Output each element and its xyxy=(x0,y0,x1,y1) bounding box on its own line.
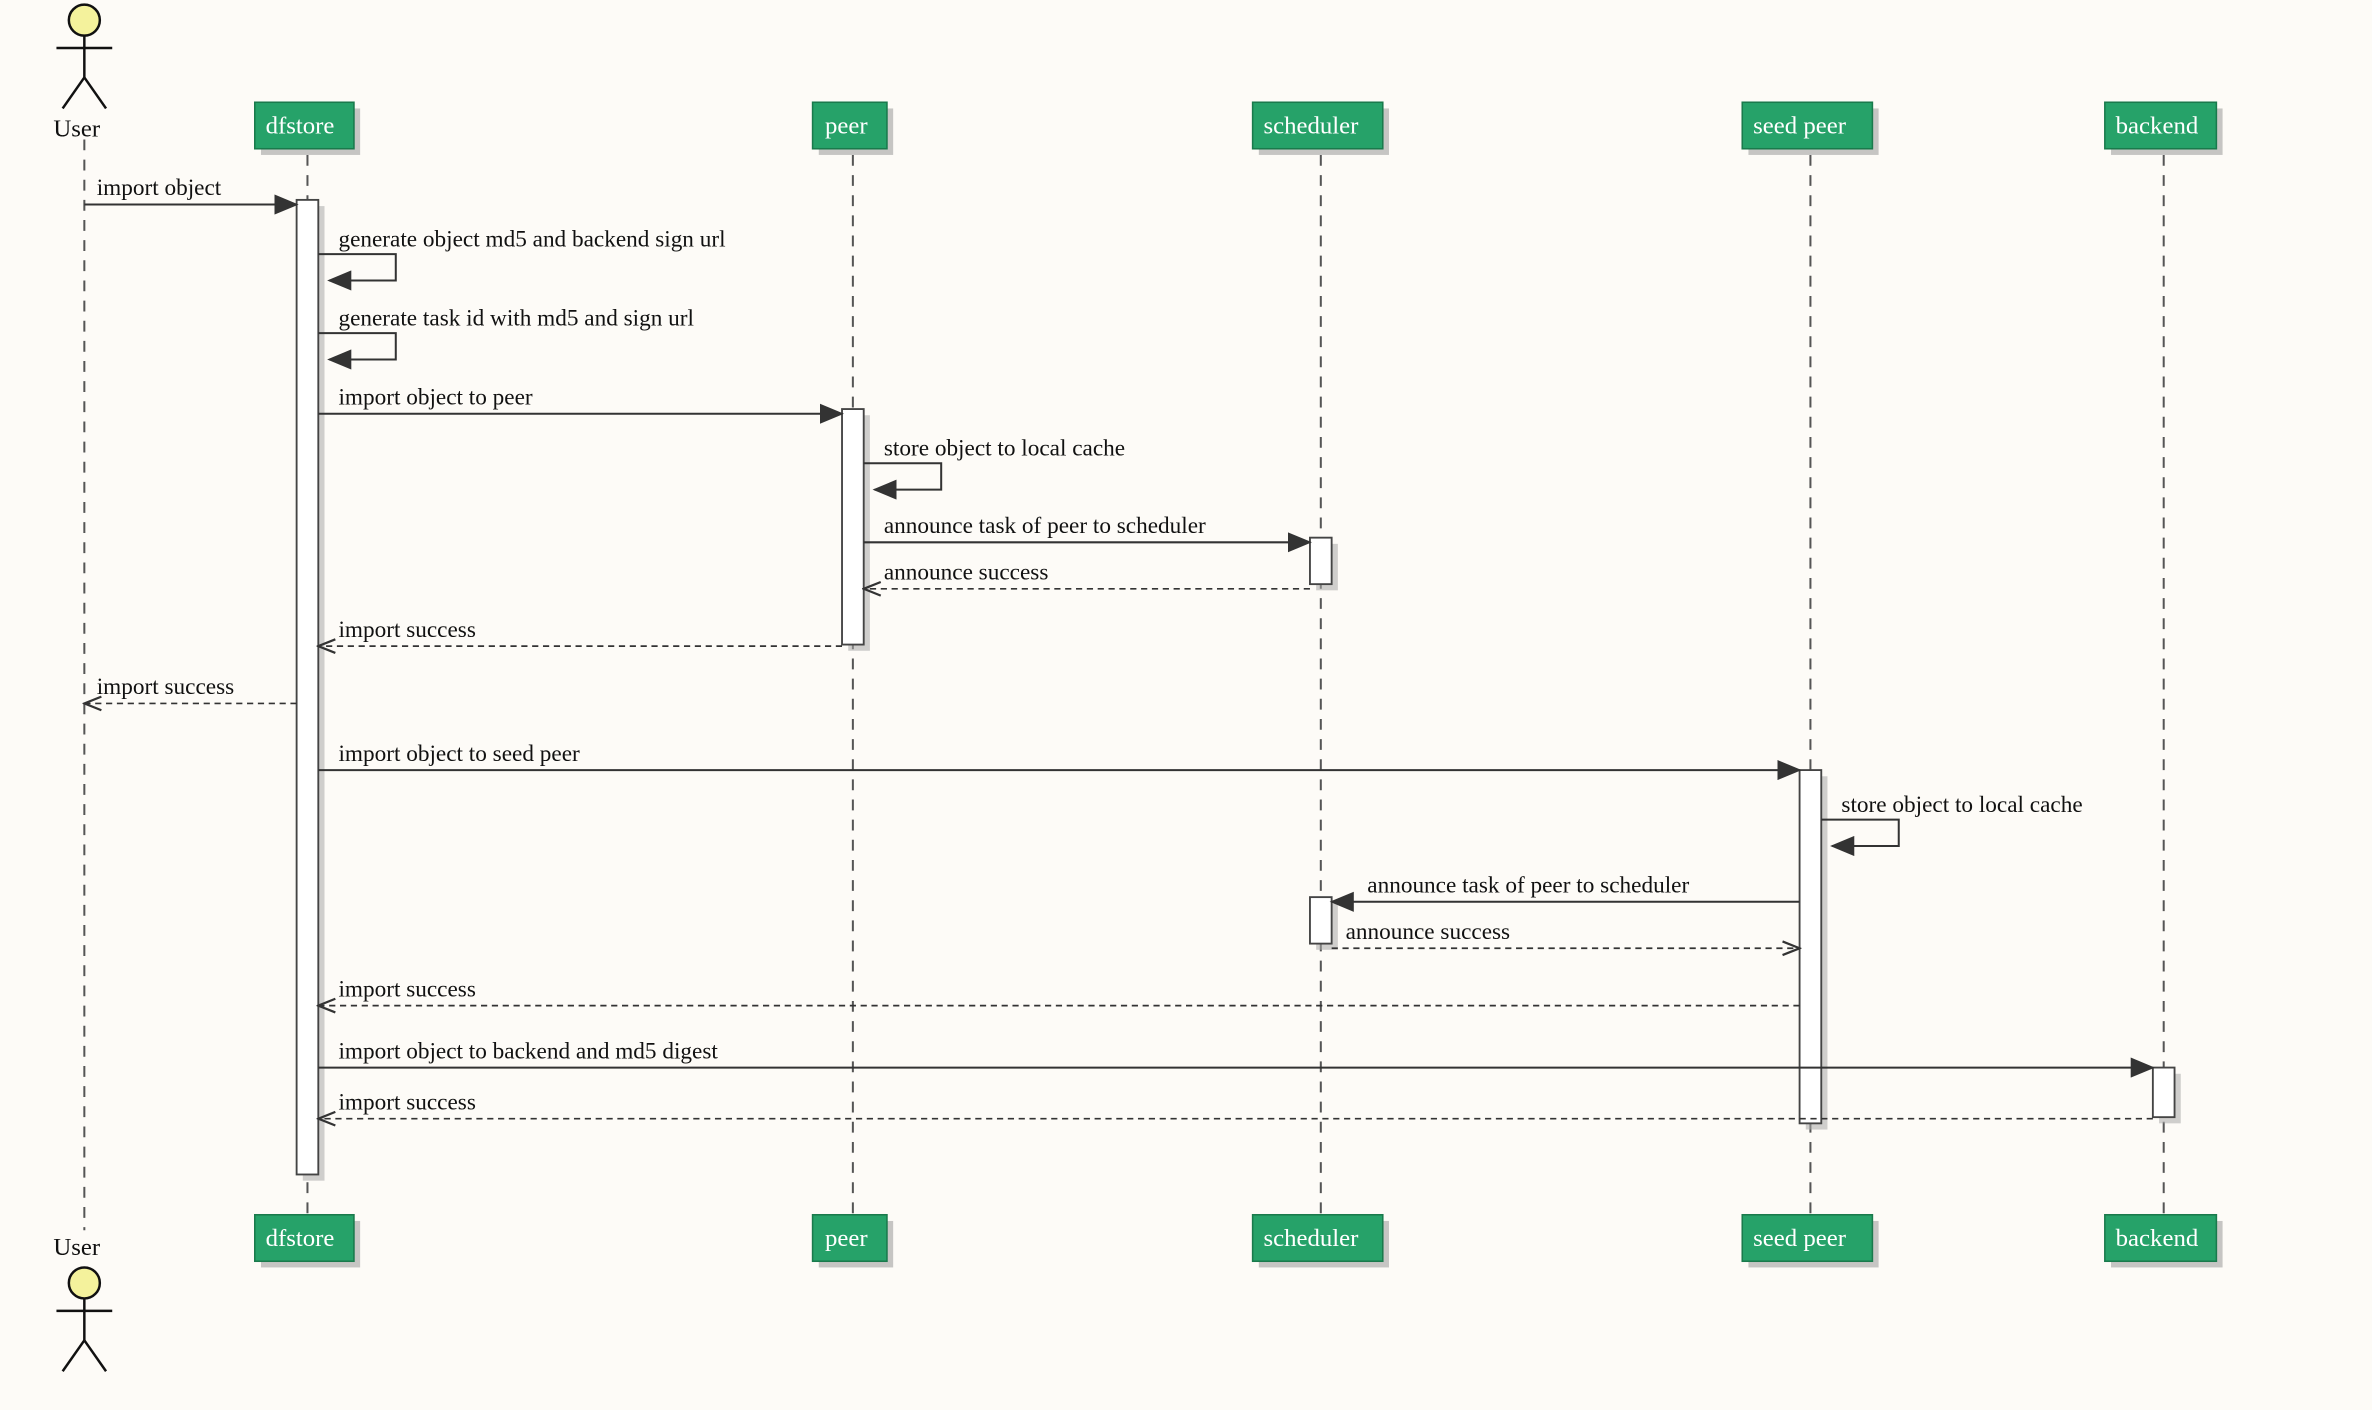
svg-text:seed peer: seed peer xyxy=(1753,112,1847,139)
actor-user-bot: User xyxy=(53,1234,112,1371)
activation-dfstore xyxy=(297,200,325,1181)
msg-announce-success-1: announce success xyxy=(884,559,1049,585)
msg-announce-2: announce task of peer to scheduler xyxy=(1367,872,1689,898)
participant-scheduler-top: scheduler xyxy=(1253,102,1389,155)
sequence-diagram: User dfstore peer scheduler seed peer ba… xyxy=(0,0,2372,1410)
svg-text:peer: peer xyxy=(825,112,868,139)
activation-peer xyxy=(842,409,870,651)
msg-import-success-2: import success xyxy=(338,976,475,1002)
msg-store-cache-1: store object to local cache xyxy=(884,436,1125,462)
participant-seedpeer-bot: seed peer xyxy=(1742,1215,1878,1268)
msg-import-to-seedpeer: import object to seed peer xyxy=(338,741,580,767)
participant-backend-bot: backend xyxy=(2105,1215,2223,1268)
msg-announce-success-2: announce success xyxy=(1346,919,1511,945)
actor-user-top: User xyxy=(53,5,112,143)
participant-peer-top: peer xyxy=(813,102,894,155)
svg-text:peer: peer xyxy=(825,1225,868,1252)
svg-text:backend: backend xyxy=(2116,1225,2199,1252)
msg-import-success-3: import success xyxy=(338,1089,475,1115)
msg-announce-1: announce task of peer to scheduler xyxy=(884,513,1206,539)
svg-text:scheduler: scheduler xyxy=(1263,1225,1359,1252)
activation-backend xyxy=(2153,1068,2181,1124)
msg-import-object: import object xyxy=(97,175,222,201)
svg-text:dfstore: dfstore xyxy=(266,1225,335,1252)
actor-user-bot-label: User xyxy=(53,1234,101,1261)
svg-text:scheduler: scheduler xyxy=(1263,112,1359,139)
msg-store-cache-2: store object to local cache xyxy=(1841,792,2082,818)
participant-scheduler-bot: scheduler xyxy=(1253,1215,1389,1268)
msg-gen-taskid: generate task id with md5 and sign url xyxy=(338,305,694,331)
svg-text:dfstore: dfstore xyxy=(266,112,335,139)
svg-text:backend: backend xyxy=(2116,112,2199,139)
msg-import-to-peer: import object to peer xyxy=(338,384,532,410)
participant-seedpeer-top: seed peer xyxy=(1742,102,1878,155)
svg-text:seed peer: seed peer xyxy=(1753,1225,1847,1252)
msg-import-success-user: import success xyxy=(97,674,234,700)
activation-scheduler-1 xyxy=(1310,538,1338,591)
participant-backend-top: backend xyxy=(2105,102,2223,155)
activation-scheduler-2 xyxy=(1310,897,1338,950)
participant-dfstore-top: dfstore xyxy=(255,102,360,155)
participant-peer-bot: peer xyxy=(813,1215,894,1268)
msg-gen-md5: generate object md5 and backend sign url xyxy=(338,226,725,252)
msg-import-backend: import object to backend and md5 digest xyxy=(338,1038,718,1064)
msg-import-success-1: import success xyxy=(338,617,475,643)
activation-seedpeer xyxy=(1800,770,1828,1129)
actor-user-top-label: User xyxy=(53,115,101,142)
participant-dfstore-bot: dfstore xyxy=(255,1215,360,1268)
